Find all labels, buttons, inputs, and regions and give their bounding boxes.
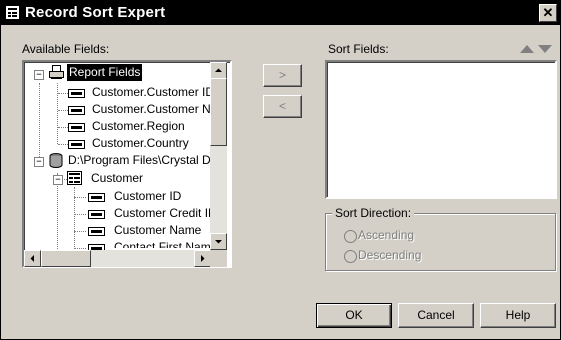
descending-radio[interactable] xyxy=(344,250,357,263)
field-icon xyxy=(68,123,85,132)
title-bar[interactable]: Record Sort Expert ✕ xyxy=(1,1,560,25)
field-icon xyxy=(88,193,105,202)
tree-item-field[interactable]: Customer Name xyxy=(114,222,201,239)
down-arrow-icon xyxy=(215,240,222,244)
tree-item-field[interactable]: Customer Credit ID xyxy=(114,205,217,222)
ascending-label: Ascending xyxy=(358,228,415,242)
tree-line xyxy=(58,93,68,94)
field-icon xyxy=(88,227,105,236)
tree-line xyxy=(58,110,68,111)
collapse-icon[interactable]: − xyxy=(53,175,63,185)
tree-line xyxy=(74,248,86,249)
add-field-button[interactable]: > xyxy=(263,64,302,87)
record-sort-expert-dialog: Record Sort Expert ✕ Available Fields: −… xyxy=(0,0,561,340)
collapse-icon[interactable]: − xyxy=(34,157,44,167)
move-up-icon[interactable] xyxy=(519,44,535,54)
tree-line xyxy=(57,83,58,144)
scroll-down-button[interactable] xyxy=(210,233,227,250)
tree-line xyxy=(58,144,68,145)
right-arrow-icon xyxy=(201,255,205,262)
app-icon xyxy=(6,6,19,19)
scroll-thumb[interactable] xyxy=(210,78,227,146)
tree-line xyxy=(57,173,58,253)
descending-label: Descending xyxy=(358,248,422,262)
dialog-title: Record Sort Expert xyxy=(25,4,166,21)
available-fields-label: Available Fields: xyxy=(22,42,110,56)
tree-line xyxy=(39,83,40,163)
scroll-up-button[interactable] xyxy=(210,62,227,79)
move-down-icon[interactable] xyxy=(537,44,553,54)
tree-item-field[interactable]: Customer ID xyxy=(114,188,181,205)
tree-line xyxy=(58,127,68,128)
tree-item-field[interactable]: Customer.Customer Nai xyxy=(92,101,220,118)
sort-direction-label: Sort Direction: xyxy=(332,206,415,220)
scroll-right-button[interactable] xyxy=(194,250,211,267)
remove-field-button[interactable]: < xyxy=(263,95,302,118)
field-icon xyxy=(88,210,105,219)
tree-item-database[interactable]: D:\Program Files\Crystal De xyxy=(68,152,217,169)
help-button[interactable]: Help xyxy=(480,303,556,328)
field-icon xyxy=(68,140,85,149)
sort-direction-group xyxy=(325,213,556,271)
cancel-button[interactable]: Cancel xyxy=(398,303,474,328)
tree-line xyxy=(74,231,86,232)
field-icon xyxy=(68,106,85,115)
tree-item-field[interactable]: Customer.Country xyxy=(92,135,189,152)
up-arrow-icon xyxy=(215,68,222,72)
close-button[interactable]: ✕ xyxy=(539,4,557,22)
tree-line xyxy=(74,214,86,215)
tree-item-report-fields[interactable]: Report Fields xyxy=(67,64,143,81)
sort-fields-label: Sort Fields: xyxy=(328,42,389,56)
table-icon xyxy=(67,171,82,185)
ok-button[interactable]: OK xyxy=(316,303,392,328)
sort-fields-list[interactable] xyxy=(325,60,557,199)
tree-item-table[interactable]: Customer xyxy=(91,170,143,187)
report-icon xyxy=(49,65,64,79)
scroll-left-button[interactable] xyxy=(24,250,41,267)
ascending-radio[interactable] xyxy=(344,230,357,243)
tree-line xyxy=(74,197,86,198)
field-icon xyxy=(68,89,85,98)
tree-item-field[interactable]: Customer.Region xyxy=(92,118,185,135)
collapse-icon[interactable]: − xyxy=(34,70,44,80)
tree-item-field[interactable]: Customer.Customer ID xyxy=(92,84,214,101)
horizontal-scroll-thumb[interactable] xyxy=(41,250,91,267)
scroll-corner xyxy=(210,250,227,267)
database-icon xyxy=(49,153,63,168)
left-arrow-icon xyxy=(30,255,34,262)
